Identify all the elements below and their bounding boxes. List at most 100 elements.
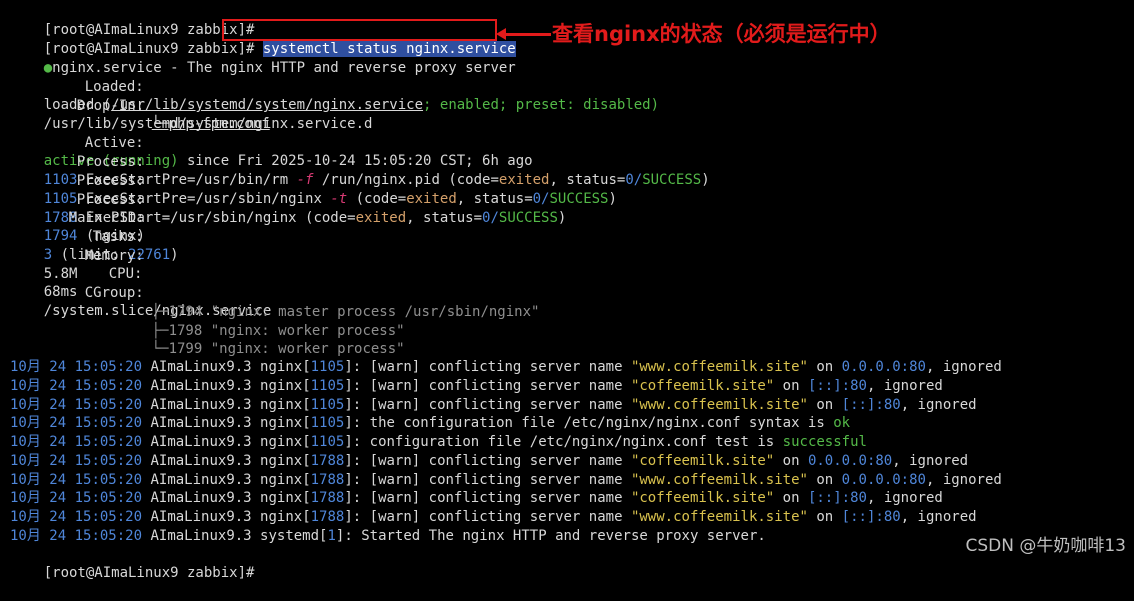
prompt-line-final: [root@AImaLinux9 zabbix]#: [10, 545, 263, 581]
log-time: 15:05:20: [74, 378, 143, 394]
process-status-label: , status=: [406, 210, 483, 227]
log-pid: 1105: [310, 434, 345, 450]
log-msg: [warn] conflicting server name: [369, 490, 631, 506]
log-on: on: [774, 453, 808, 469]
log-msg: Started The nginx HTTP and reverse proxy…: [361, 528, 766, 544]
process-close: ): [701, 172, 710, 189]
dropin-sub-line: └─php-fpm.conf: [118, 96, 270, 132]
log-on: on: [807, 472, 842, 488]
log-day: 24: [49, 378, 67, 394]
process-status: 0/: [482, 210, 499, 227]
log-line: 10月 24 15:05:20 AImaLinux9.3 nginx[1105]…: [10, 434, 867, 450]
process-result: SUCCESS: [642, 172, 702, 189]
log-pid: 1788: [310, 453, 345, 469]
arrow-line: [503, 33, 551, 36]
log-day: 24: [49, 359, 67, 375]
cgroup-cmd: "nginx: worker process": [210, 340, 405, 357]
command-highlight-box: [222, 19, 497, 41]
log-tail: , ignored: [866, 378, 943, 394]
log-month: 10月: [10, 397, 41, 413]
loaded-suffix: ; enabled; preset: disabled): [423, 97, 660, 114]
log-tail: , ignored: [900, 509, 977, 525]
log-addr: [::]:80: [841, 509, 901, 525]
log-time: 15:05:20: [74, 528, 143, 544]
log-tail: , ignored: [900, 397, 977, 413]
log-time: 15:05:20: [74, 490, 143, 506]
tasks-line: Tasks: 3 (limit: 22761): [10, 209, 179, 264]
log-addr: 0.0.0.0:80: [841, 359, 926, 375]
log-day: 24: [49, 472, 67, 488]
log-host: AImaLinux9.3 nginx: [150, 434, 303, 450]
log-time: 15:05:20: [74, 434, 143, 450]
log-server-name: "coffeemilk.site": [630, 490, 775, 506]
log-msg: [warn] conflicting server name: [369, 453, 631, 469]
log-tail: , ignored: [866, 490, 943, 506]
log-msg: [warn] conflicting server name: [369, 509, 631, 525]
log-line: 10月 24 15:05:20 AImaLinux9.3 nginx[1105]…: [10, 415, 851, 431]
process-code: exited: [406, 191, 457, 208]
process-close: ): [608, 191, 617, 208]
log-server-name: "www.coffeemilk.site": [630, 397, 808, 413]
log-host: AImaLinux9.3 nginx: [150, 453, 303, 469]
log-pid: 1788: [310, 472, 345, 488]
log-host: AImaLinux9.3 nginx: [150, 378, 303, 394]
process-code: exited: [355, 210, 407, 227]
cgroup-item: └─1799 "nginx: worker process": [118, 321, 405, 357]
log-time: 15:05:20: [74, 397, 143, 413]
log-line: 10月 24 15:05:20 AImaLinux9.3 systemd[1]:…: [10, 528, 766, 544]
log-server-name: "www.coffeemilk.site": [630, 359, 808, 375]
log-host: AImaLinux9.3 nginx: [150, 509, 303, 525]
tree-branch: └─: [151, 340, 169, 357]
loaded-line: Loaded: loaded (/usr/lib/systemd/system/…: [10, 59, 659, 114]
log-on: on: [807, 397, 842, 413]
log-line: 10月 24 15:05:20 AImaLinux9.3 nginx[1788]…: [10, 472, 1002, 488]
dropin-line: Drop-In: /usr/lib/systemd/system/nginx.s…: [10, 78, 373, 133]
log-addr: successful: [782, 434, 867, 450]
process-line-1: Process: 1103 ExecStartPre=/usr/bin/rm -…: [10, 134, 710, 189]
log-pid: 1105: [310, 378, 345, 394]
log-server-name: "www.coffeemilk.site": [630, 509, 808, 525]
log-pid: 1788: [310, 490, 345, 506]
log-host: AImaLinux9.3 nginx: [150, 359, 303, 375]
process-close: ): [557, 210, 567, 227]
prompt-text: [root@AImaLinux9 zabbix]#: [43, 564, 263, 581]
process-status: 0/: [625, 172, 643, 189]
log-month: 10月: [10, 415, 41, 431]
log-pid: 1: [327, 528, 336, 544]
log-day: 24: [49, 453, 67, 469]
log-msg: configuration file /etc/nginx/nginx.conf…: [369, 434, 783, 450]
annotation-text: 查看nginx的状态（必须是运行中）: [552, 22, 891, 46]
prompt-line-1: [root@AImaLinux9 zabbix]#: [10, 2, 270, 38]
tasks-close: ): [170, 247, 179, 264]
watermark: CSDN @牛奶咖啡13: [965, 536, 1126, 556]
process-status-label: , status=: [456, 191, 533, 208]
log-addr: 0.0.0.0:80: [807, 453, 893, 469]
log-addr: ok: [833, 415, 851, 431]
log-on: on: [774, 378, 808, 394]
log-month: 10月: [10, 359, 41, 375]
log-month: 10月: [10, 472, 41, 488]
mainpid-line: Main PID: 1794 (nginx): [10, 190, 145, 245]
log-month: 10月: [10, 509, 41, 525]
log-tail: , ignored: [892, 453, 969, 469]
log-time: 15:05:20: [74, 415, 143, 431]
process-flag: -t: [330, 191, 348, 208]
log-month: 10月: [10, 528, 41, 544]
cpu-line: CPU: 68ms: [10, 246, 143, 301]
log-host: AImaLinux9.3 systemd: [150, 528, 320, 544]
log-server-name: "coffeemilk.site": [630, 453, 775, 469]
log-pid: 1105: [310, 415, 345, 431]
service-title-line: ●nginx.service - The nginx HTTP and reve…: [10, 40, 516, 76]
log-time: 15:05:20: [74, 472, 143, 488]
log-day: 24: [49, 434, 67, 450]
process-result: SUCCESS: [498, 210, 558, 227]
terminal-window[interactable]: [root@AImaLinux9 zabbix]# [root@AImaLinu…: [0, 0, 1134, 581]
log-time: 15:05:20: [74, 359, 143, 375]
log-pid: 1788: [310, 509, 345, 525]
log-day: 24: [49, 528, 67, 544]
log-pid: 1105: [310, 359, 345, 375]
process-after: (code=: [305, 210, 356, 227]
log-addr: [::]:80: [841, 397, 901, 413]
log-line: 10月 24 15:05:20 AImaLinux9.3 nginx[1788]…: [10, 453, 969, 469]
log-day: 24: [49, 490, 67, 506]
